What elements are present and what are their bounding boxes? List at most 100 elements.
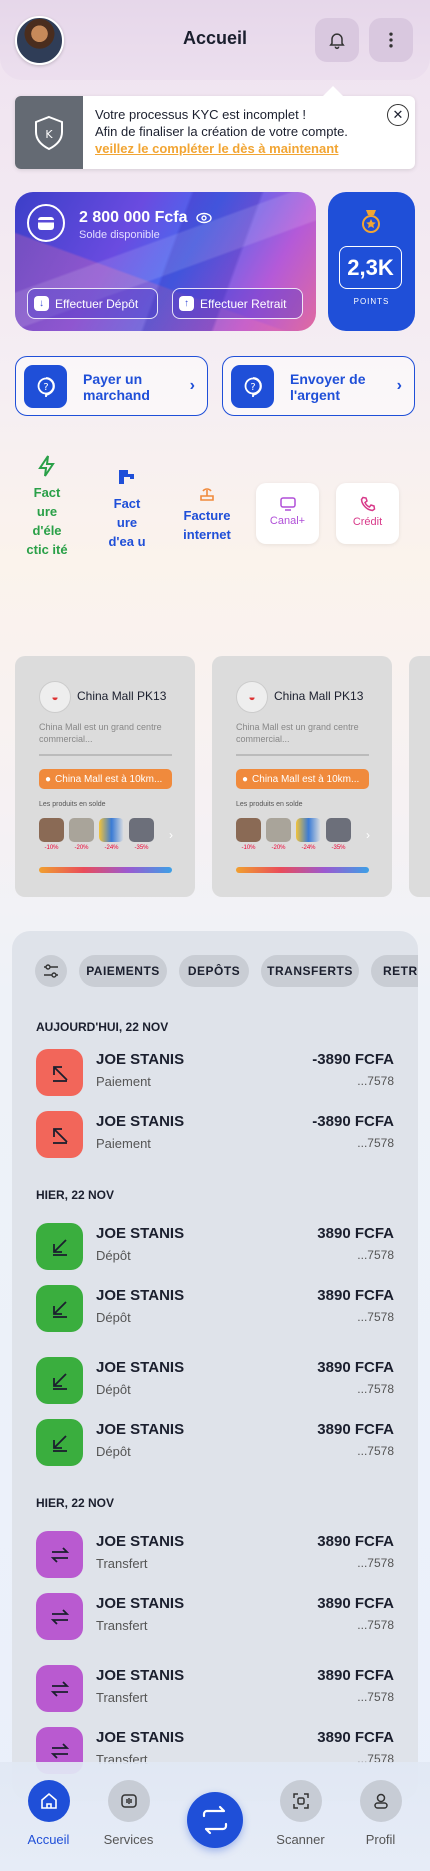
scan-icon [279, 1780, 322, 1822]
transaction-amount: -3890 FCFA [312, 1051, 394, 1068]
store-products-label: Les produits en solde [236, 801, 303, 808]
store-logo: ◒ [39, 681, 71, 713]
transfer-fab[interactable] [187, 1792, 243, 1848]
transaction-type: Transfert [96, 1618, 148, 1633]
store-description: China Mall est un grand centre commercia… [236, 722, 359, 744]
app-header: Accueil [0, 0, 430, 80]
product-discount: -24% [104, 845, 119, 851]
nav-scanner-label: Scanner [276, 1832, 325, 1847]
transaction-type: Paiement [96, 1136, 151, 1151]
nav-profile[interactable]: Profil [352, 1780, 409, 1847]
transaction-ref: ...7578 [357, 1690, 394, 1704]
deposit-button-label: Effectuer Dépôt [55, 296, 139, 311]
store-card[interactable]: ◒ China Mall PK13 China Mall est un gran… [212, 656, 392, 897]
transaction-type: Dépôt [96, 1248, 131, 1263]
filter-chip-deposits[interactable]: DEPÔTS [179, 955, 249, 987]
close-icon[interactable]: ✕ [387, 104, 409, 126]
nav-scanner[interactable]: Scanner [272, 1780, 329, 1847]
points-value: 2,3K [339, 246, 402, 289]
transaction-row[interactable]: JOE STANIS Dépôt 3890 FCFA ...7578 [36, 1417, 394, 1467]
service-water-label: Fact ure d'ea u [108, 496, 146, 549]
merchant-payment-icon: ? [24, 365, 67, 408]
transaction-name: JOE STANIS [96, 1595, 185, 1612]
service-credit-label: Crédit [352, 516, 383, 528]
notifications-button[interactable] [315, 18, 359, 62]
store-card[interactable]: ◒ China Mall PK13 China Mall est un gran… [15, 656, 195, 897]
product-thumb[interactable]: -24% [296, 818, 321, 851]
transfer-arrows-icon [36, 1531, 83, 1578]
transaction-type: Dépôt [96, 1444, 131, 1459]
transaction-row[interactable]: JOE STANIS Transfert 3890 FCFA ...7578 [36, 1591, 394, 1641]
store-location: ● China Mall est à 10km... [39, 769, 172, 789]
product-thumb[interactable]: -10% [39, 818, 64, 851]
transfer-arrows-icon [36, 1593, 83, 1640]
chevron-right-icon: › [189, 377, 195, 394]
product-thumb[interactable]: -20% [69, 818, 94, 851]
transaction-amount: 3890 FCFA [317, 1595, 394, 1612]
transaction-row[interactable]: JOE STANIS Transfert 3890 FCFA ...7578 [36, 1529, 394, 1579]
product-thumb[interactable]: -10% [236, 818, 261, 851]
chevron-right-icon[interactable]: › [366, 828, 370, 842]
service-water[interactable]: Fact ure d'ea u [106, 466, 148, 551]
nav-home-label: Accueil [27, 1832, 70, 1847]
service-internet[interactable]: Facture internet [176, 486, 238, 544]
more-options-button[interactable] [369, 18, 413, 62]
store-card-peek[interactable] [409, 656, 430, 897]
send-money-icon: ? [231, 365, 274, 408]
nav-services-label: Services [103, 1832, 154, 1847]
filter-chip-payments[interactable]: PAIEMENTS [79, 955, 167, 987]
eye-icon[interactable] [196, 211, 212, 229]
transaction-row[interactable]: JOE STANIS Paiement -3890 FCFA ...7578 [36, 1109, 394, 1159]
nav-services[interactable]: Services [100, 1780, 157, 1847]
product-discount: -24% [301, 845, 316, 851]
transaction-type: Transfert [96, 1690, 148, 1705]
transaction-ref: ...7578 [357, 1310, 394, 1324]
arrow-up-icon: ↑ [179, 296, 194, 311]
product-thumb[interactable]: -20% [266, 818, 291, 851]
transaction-name: JOE STANIS [96, 1359, 185, 1376]
transaction-amount: 3890 FCFA [317, 1533, 394, 1550]
product-discount: -35% [134, 845, 149, 851]
service-electricity[interactable]: Fact ure d'éle ctic ité [26, 455, 68, 559]
nav-home[interactable]: Accueil [20, 1780, 77, 1847]
transaction-row[interactable]: JOE STANIS Dépôt 3890 FCFA ...7578 [36, 1283, 394, 1333]
points-card[interactable]: 2,3K POINTS [328, 192, 415, 331]
chevron-right-icon[interactable]: › [169, 828, 173, 842]
transaction-amount: 3890 FCFA [317, 1729, 394, 1746]
service-credit[interactable]: Crédit [336, 483, 399, 544]
transaction-name: JOE STANIS [96, 1667, 185, 1684]
kyc-complete-link[interactable]: veillez le compléter le dès à maintenant [95, 140, 385, 157]
store-location: ● China Mall est à 10km... [236, 769, 369, 789]
transfer-arrows-icon [36, 1665, 83, 1712]
product-thumb[interactable]: -35% [326, 818, 351, 851]
send-money-button[interactable]: ? Envoyer de l'argent › [222, 356, 415, 416]
withdraw-button[interactable]: ↑ Effectuer Retrait [172, 288, 303, 319]
product-thumbnails: -10% -20% -24% -35% [236, 818, 351, 851]
product-thumb[interactable]: -35% [129, 818, 154, 851]
service-canal-plus[interactable]: Canal+ [256, 483, 319, 544]
svg-text:K: K [45, 128, 53, 141]
router-icon [200, 488, 214, 501]
product-thumbnails: -10% -20% -24% -35% [39, 818, 154, 851]
filter-chip-transfers[interactable]: TRANSFERTS [261, 955, 359, 987]
product-discount: -10% [241, 845, 256, 851]
store-products-label: Les produits en solde [39, 801, 106, 808]
page-title: Accueil [182, 28, 248, 48]
service-canal-plus-label: Canal+ [269, 515, 306, 527]
product-thumb[interactable]: -24% [99, 818, 124, 851]
deposit-button[interactable]: ↓ Effectuer Dépôt [27, 288, 158, 319]
filter-chip-withdrawals[interactable]: RETRAITS [371, 955, 418, 987]
transaction-row[interactable]: JOE STANIS Transfert 3890 FCFA ...7578 [36, 1663, 394, 1713]
transaction-row[interactable]: JOE STANIS Paiement -3890 FCFA ...7578 [36, 1047, 394, 1097]
filter-icon[interactable] [35, 955, 67, 987]
pay-merchant-label: Payer un marchand [83, 371, 150, 403]
transaction-row[interactable]: JOE STANIS Dépôt 3890 FCFA ...7578 [36, 1355, 394, 1405]
transaction-row[interactable]: JOE STANIS Dépôt 3890 FCFA ...7578 [36, 1221, 394, 1271]
transaction-type: Transfert [96, 1556, 148, 1571]
bell-icon [329, 33, 345, 50]
pay-merchant-button[interactable]: ? Payer un marchand › [15, 356, 208, 416]
balance-card: 2 800 000 Fcfa Solde disponible ↓ Effect… [15, 192, 316, 331]
arrow-down-left-icon [36, 1223, 83, 1270]
faucet-icon [119, 470, 134, 484]
kyc-line-2: Afin de finaliser la création de votre c… [95, 124, 348, 139]
